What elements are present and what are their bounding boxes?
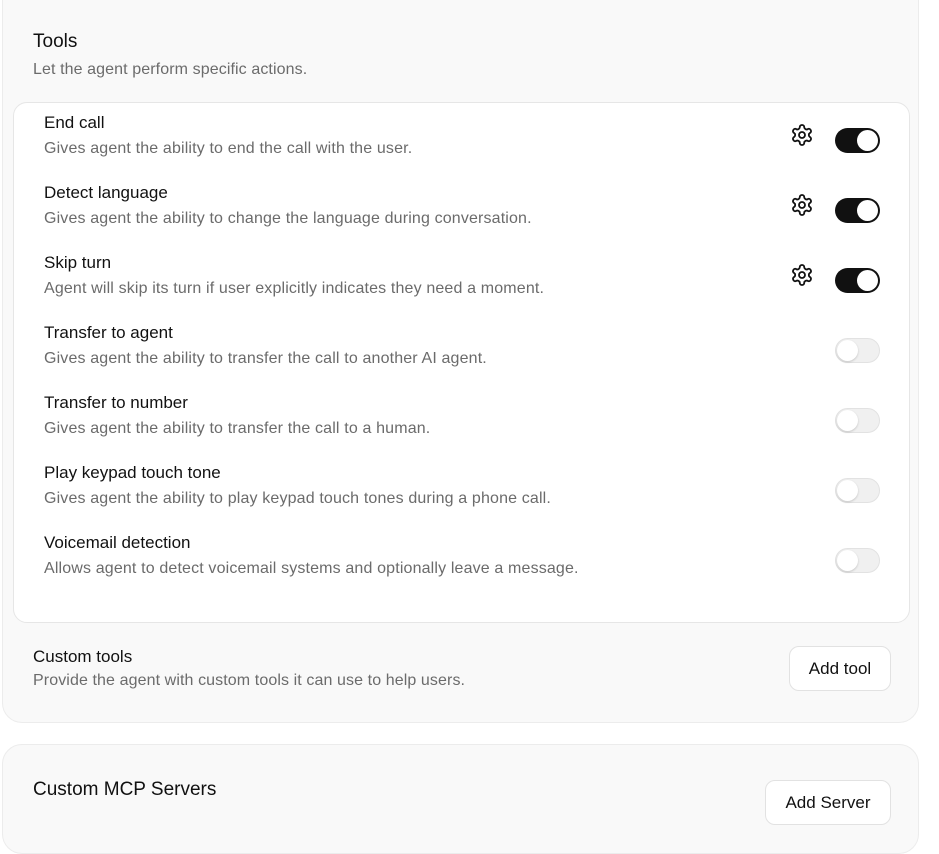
toggle-knob xyxy=(837,340,858,361)
tool-toggle[interactable] xyxy=(835,338,880,363)
tools-section: Tools Let the agent perform specific act… xyxy=(2,0,919,723)
toggle-knob xyxy=(837,480,858,501)
tool-title: Transfer to agent xyxy=(44,323,173,342)
tool-row-transfer-to-agent: Transfer to agent Gives agent the abilit… xyxy=(14,323,909,393)
tool-toggle[interactable] xyxy=(835,478,880,503)
tool-row-transfer-to-number: Transfer to number Gives agent the abili… xyxy=(14,393,909,463)
tools-description: Let the agent perform specific actions. xyxy=(33,61,308,78)
custom-tools-title: Custom tools xyxy=(33,647,133,666)
toggle-knob xyxy=(837,410,858,431)
tool-title: Skip turn xyxy=(44,253,112,272)
tool-row-detect-language: Detect language Gives agent the ability … xyxy=(14,183,909,253)
add-server-button[interactable]: Add Server xyxy=(765,780,891,825)
gear-icon[interactable] xyxy=(790,123,814,147)
tool-toggle[interactable] xyxy=(835,268,880,293)
tool-title: Voicemail detection xyxy=(44,533,191,552)
tools-list-card: End call Gives agent the ability to end … xyxy=(13,102,910,623)
tool-description: Allows agent to detect voicemail systems… xyxy=(44,560,579,577)
tool-row-voicemail-detection: Voicemail detection Allows agent to dete… xyxy=(14,533,909,603)
tool-description: Gives agent the ability to end the call … xyxy=(44,140,413,157)
tool-description: Gives agent the ability to play keypad t… xyxy=(44,490,551,507)
add-tool-button[interactable]: Add tool xyxy=(789,646,891,691)
tool-toggle[interactable] xyxy=(835,128,880,153)
tool-toggle[interactable] xyxy=(835,198,880,223)
tool-row-play-keypad-touch-tone: Play keypad touch tone Gives agent the a… xyxy=(14,463,909,533)
toggle-knob xyxy=(857,200,878,221)
gear-icon[interactable] xyxy=(790,263,814,287)
tool-toggle[interactable] xyxy=(835,408,880,433)
mcp-servers-title: Custom MCP Servers xyxy=(33,779,217,800)
tool-description: Gives agent the ability to transfer the … xyxy=(44,350,487,367)
tool-row-skip-turn: Skip turn Agent will skip its turn if us… xyxy=(14,253,909,323)
tool-title: Play keypad touch tone xyxy=(44,463,221,482)
tool-title: Transfer to number xyxy=(44,393,188,412)
tool-title: Detect language xyxy=(44,183,168,202)
custom-tools-description: Provide the agent with custom tools it c… xyxy=(33,672,466,689)
gear-icon[interactable] xyxy=(790,193,814,217)
toggle-knob xyxy=(857,130,878,151)
tool-description: Gives agent the ability to change the la… xyxy=(44,210,532,227)
toggle-knob xyxy=(837,550,858,571)
tool-description: Agent will skip its turn if user explici… xyxy=(44,280,545,297)
tool-title: End call xyxy=(44,113,105,132)
tool-description: Gives agent the ability to transfer the … xyxy=(44,420,431,437)
toggle-knob xyxy=(857,270,878,291)
tools-title: Tools xyxy=(33,31,78,52)
tool-toggle[interactable] xyxy=(835,548,880,573)
tool-row-end-call: End call Gives agent the ability to end … xyxy=(14,113,909,183)
mcp-servers-section: Custom MCP Servers Add Server xyxy=(2,744,919,854)
